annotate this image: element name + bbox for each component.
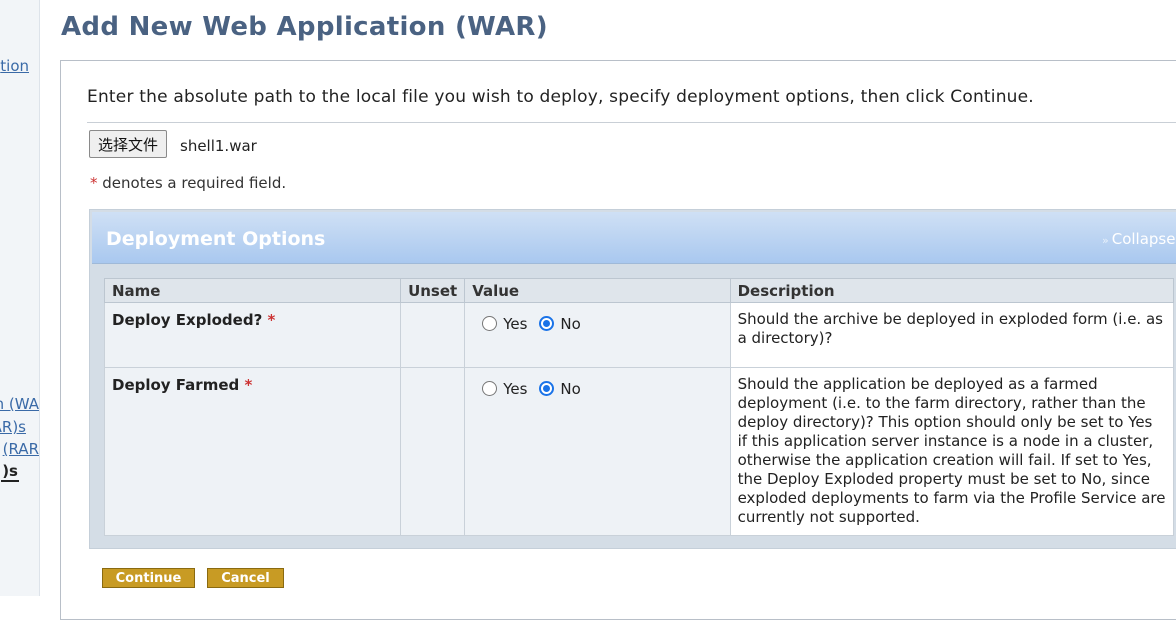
choose-file-button[interactable]: 选择文件	[89, 130, 168, 158]
nav-link-resource-adapter[interactable]: (RAR	[3, 440, 39, 458]
option-name-cell: Deploy Exploded? *	[103, 302, 402, 368]
collapse-link[interactable]: » Collapse	[1102, 230, 1175, 248]
instructions-text: Enter the absolute path to the local fil…	[87, 87, 1034, 107]
table-row: Deploy Exploded? * Yes No Should the arch…	[103, 302, 1175, 368]
required-note-text: denotes a required field.	[102, 174, 287, 192]
value-cell: Yes No	[464, 302, 731, 368]
deployment-options-panel: Deployment Options » Collapse Name Unset …	[89, 209, 1176, 549]
radio-yes-deploy-farmed[interactable]	[482, 381, 498, 396]
radio-group-deploy-exploded: Yes No	[472, 311, 722, 333]
unset-cell	[400, 367, 466, 536]
radio-yes-label: Yes	[503, 380, 528, 398]
required-star: *	[90, 174, 98, 192]
required-star: *	[267, 311, 276, 329]
required-field-note: * denotes a required field.	[90, 174, 286, 192]
radio-no-deploy-exploded[interactable]	[539, 316, 555, 331]
nav-link-2[interactable]: AR)s	[0, 418, 26, 436]
option-name-cell: Deploy Farmed *	[103, 367, 402, 536]
chosen-file-name: shell1.war	[180, 137, 257, 155]
main-content: Enter the absolute path to the local fil…	[60, 60, 1176, 620]
radio-yes-deploy-exploded[interactable]	[482, 316, 498, 331]
radio-no-label: No	[560, 380, 581, 398]
column-header-value: Value	[464, 278, 731, 303]
radio-group-deploy-farmed: Yes No	[472, 376, 722, 398]
left-navigation: tion n (WA AR)s (RAR )s	[0, 0, 40, 596]
radio-no-deploy-farmed[interactable]	[539, 381, 555, 396]
collapse-label: Collapse	[1111, 230, 1176, 248]
divider	[87, 122, 1176, 123]
options-panel-header: Deployment Options » Collapse	[92, 212, 1176, 264]
options-panel-title: Deployment Options	[106, 228, 326, 250]
required-star: *	[244, 376, 253, 394]
cancel-button[interactable]: Cancel	[207, 568, 284, 588]
options-table: Name Unset Value Description Deploy Expl…	[103, 278, 1175, 536]
table-header-row: Name Unset Value Description	[103, 278, 1175, 303]
nav-link-web-application[interactable]: n (WA	[0, 395, 39, 413]
option-description: Should the application be deployed as a …	[729, 367, 1175, 536]
option-name: Deploy Exploded?	[112, 311, 263, 329]
column-header-description: Description	[729, 278, 1175, 303]
page-title: Add New Web Application (WAR)	[61, 12, 548, 42]
option-name: Deploy Farmed	[112, 376, 240, 394]
collapse-chevron-icon: »	[1102, 234, 1109, 247]
table-row: Deploy Farmed * Yes No Should the applica…	[103, 367, 1175, 536]
nav-link-current[interactable]: )s	[1, 462, 19, 482]
option-description: Should the archive be deployed in explod…	[729, 302, 1175, 368]
radio-no-label: No	[560, 315, 581, 333]
unset-cell	[400, 302, 466, 368]
value-cell: Yes No	[464, 367, 731, 536]
continue-button[interactable]: Continue	[102, 568, 195, 588]
column-header-unset: Unset	[400, 278, 466, 303]
nav-link-1[interactable]: tion	[0, 57, 29, 75]
radio-yes-label: Yes	[503, 315, 528, 333]
column-header-name: Name	[103, 278, 402, 303]
